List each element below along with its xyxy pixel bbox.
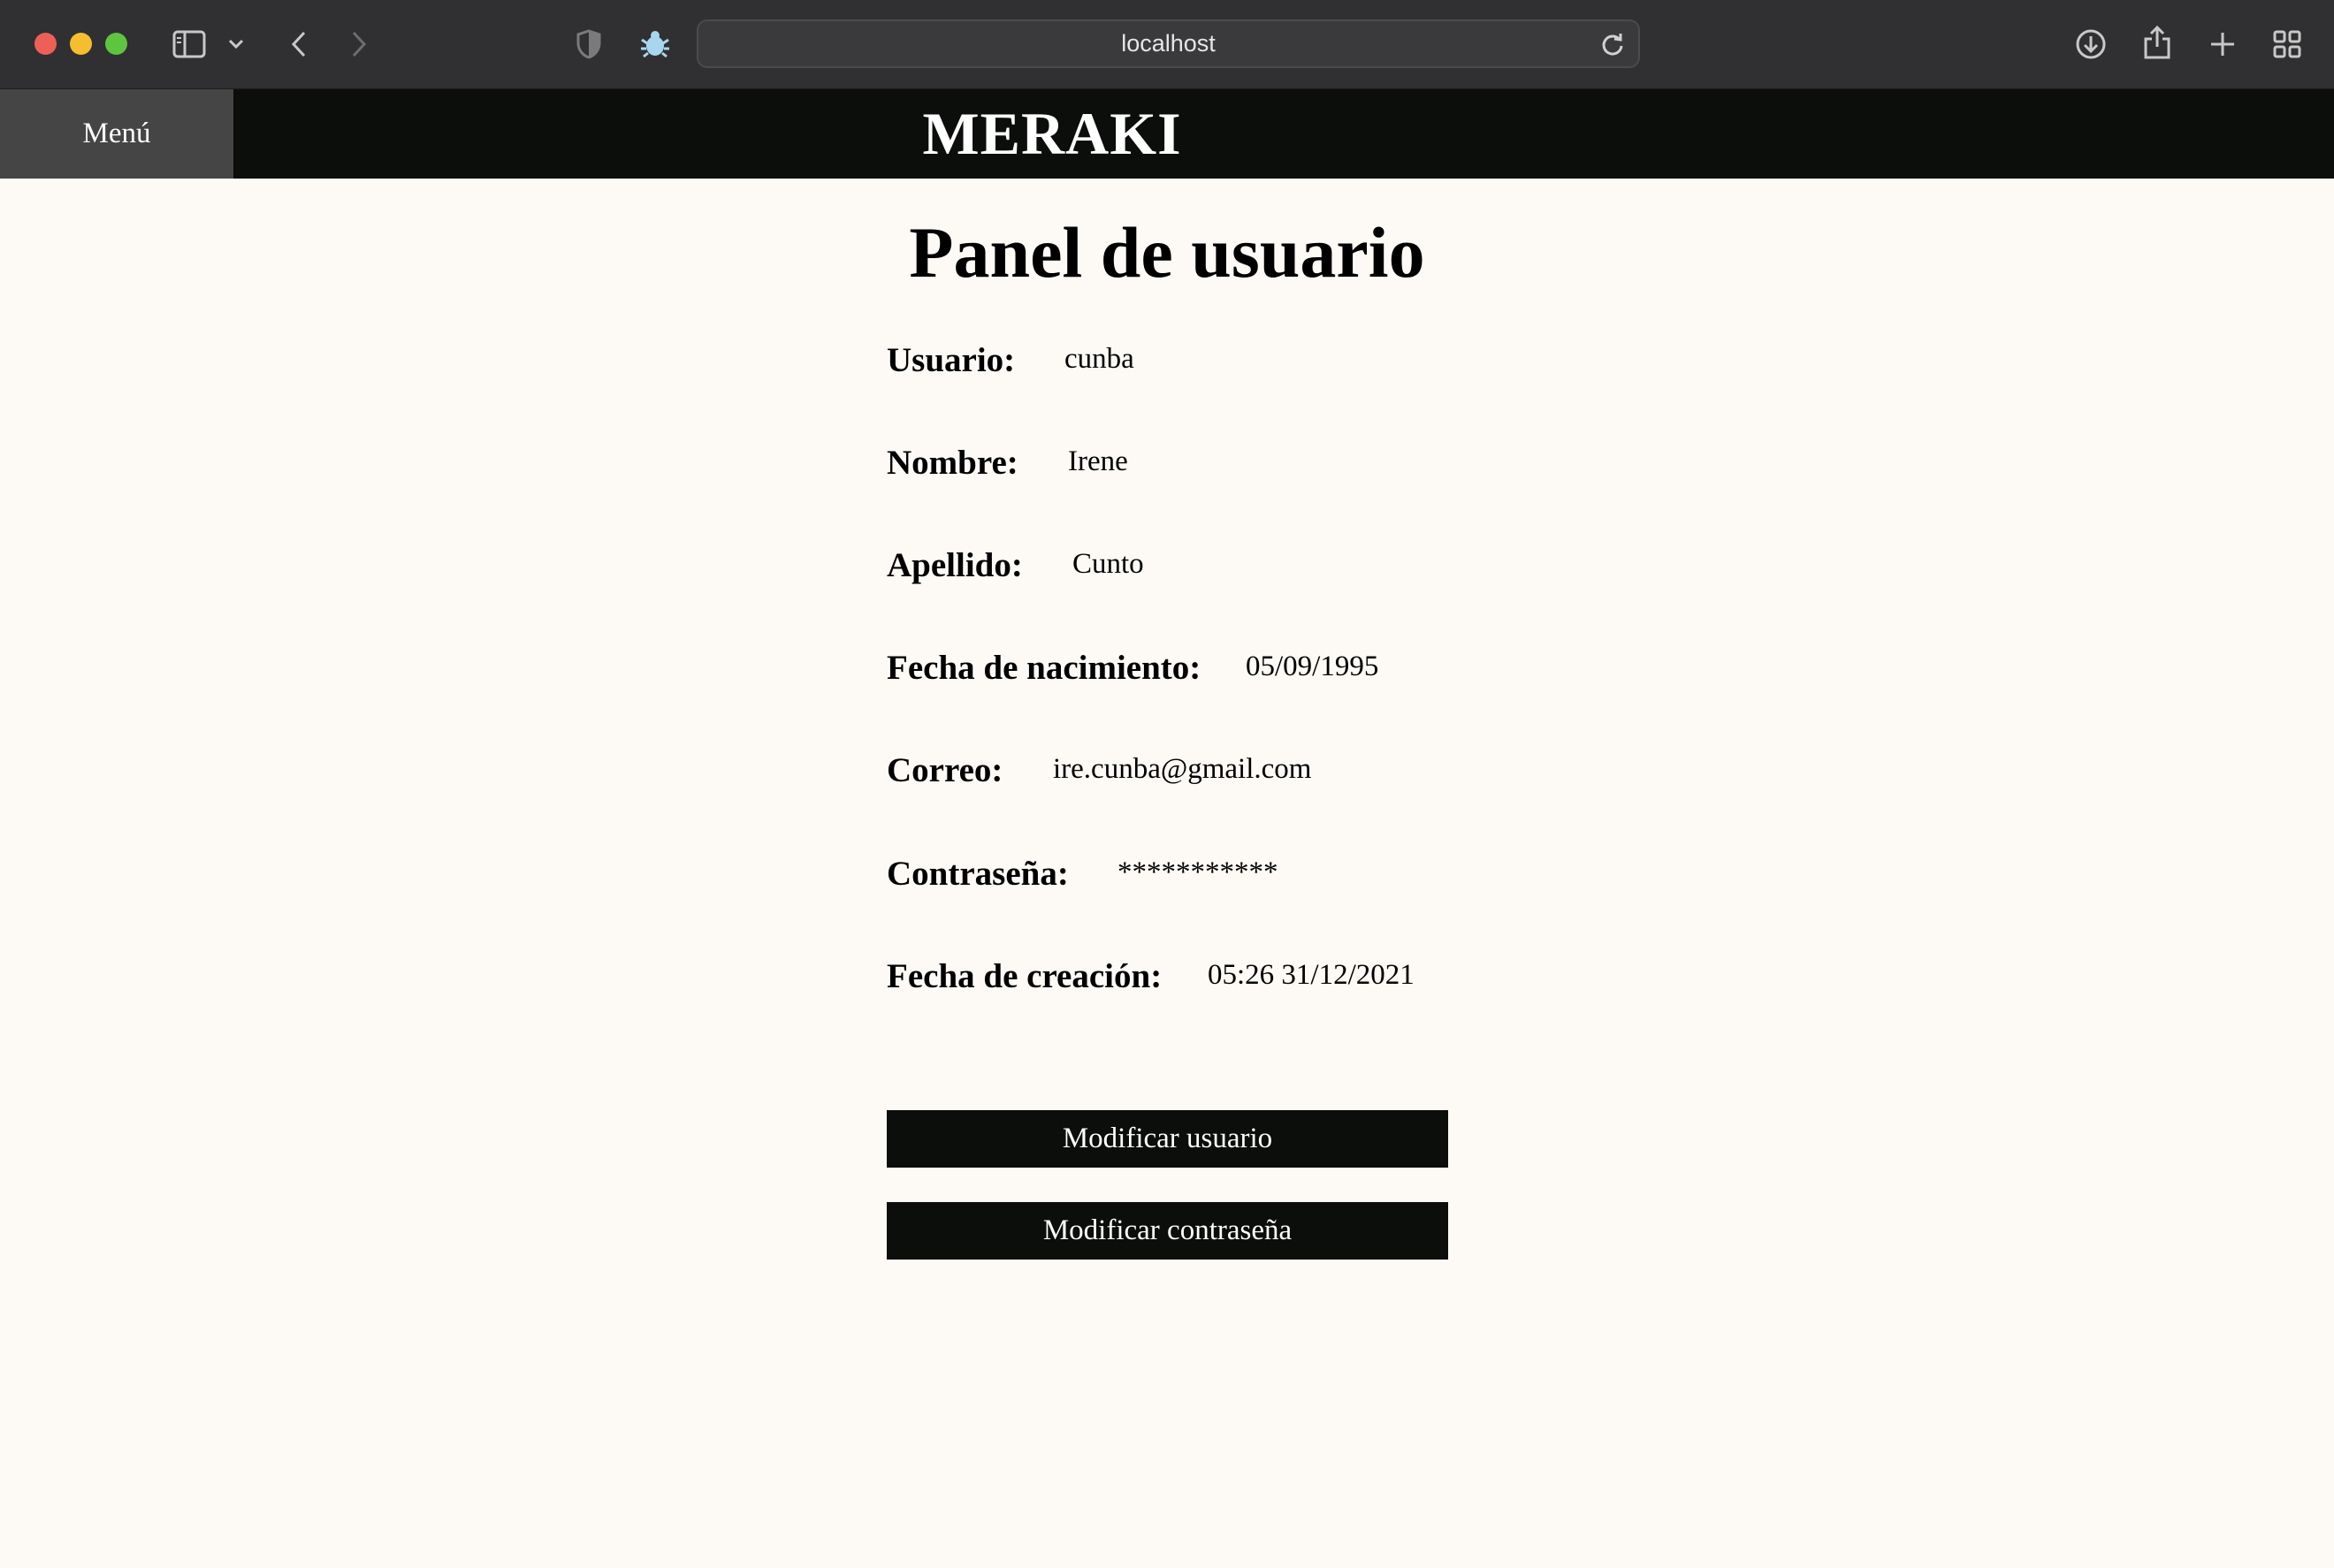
share-icon[interactable] xyxy=(2140,23,2175,62)
minimize-window-button[interactable] xyxy=(70,33,92,55)
field-label: Correo: xyxy=(887,751,1003,789)
field-label: Usuario: xyxy=(887,341,1016,379)
field-usuario: Usuario: cunba xyxy=(887,340,1134,393)
field-value: *********** xyxy=(1117,856,1278,888)
field-apellido: Apellido: Cunto xyxy=(887,545,1144,598)
privacy-shield-icon[interactable] xyxy=(573,27,605,62)
zoom-window-button[interactable] xyxy=(105,33,127,55)
page-title: Panel de usuario xyxy=(909,212,1425,293)
browser-toolbar: localhost xyxy=(0,0,2334,89)
field-value: Cunto xyxy=(1072,548,1144,580)
close-window-button[interactable] xyxy=(34,33,57,55)
reload-icon[interactable] xyxy=(1599,31,1626,57)
site-header: Menú MERAKI xyxy=(0,89,2334,179)
field-label: Apellido: xyxy=(887,546,1023,584)
tab-overview-icon[interactable] xyxy=(2269,27,2305,62)
field-nombre: Nombre: Irene xyxy=(887,443,1128,496)
field-label: Contraseña: xyxy=(887,855,1069,893)
field-label: Fecha de nacimiento: xyxy=(887,649,1201,687)
brand-logo[interactable]: MERAKI xyxy=(922,89,1180,179)
field-correo: Correo: ire.cunba@gmail.com xyxy=(887,750,1311,803)
back-icon[interactable] xyxy=(283,27,315,62)
chevron-down-icon[interactable] xyxy=(225,34,247,55)
modify-password-button[interactable]: Modificar contraseña xyxy=(887,1202,1448,1260)
new-tab-icon[interactable] xyxy=(2205,27,2240,62)
field-value: ire.cunba@gmail.com xyxy=(1053,753,1312,785)
sidebar-toggle-icon[interactable] xyxy=(172,27,207,62)
menu-button[interactable]: Menú xyxy=(0,89,233,179)
extension-bug-icon[interactable] xyxy=(637,27,674,62)
field-label: Fecha de creación: xyxy=(887,957,1163,995)
field-contrasena: Contraseña: *********** xyxy=(887,854,1278,907)
field-fecha-nacimiento: Fecha de nacimiento: 05/09/1995 xyxy=(887,648,1378,701)
field-value: 05:26 31/12/2021 xyxy=(1208,959,1415,991)
modify-user-button[interactable]: Modificar usuario xyxy=(887,1110,1448,1168)
field-value: cunba xyxy=(1064,343,1134,375)
downloads-icon[interactable] xyxy=(2073,27,2109,62)
field-fecha-creacion: Fecha de creación: 05:26 31/12/2021 xyxy=(887,956,1415,1009)
field-value: Irene xyxy=(1068,445,1128,477)
address-text: localhost xyxy=(1121,30,1216,57)
address-bar[interactable]: localhost xyxy=(697,19,1640,68)
forward-icon[interactable] xyxy=(343,27,375,62)
field-value: 05/09/1995 xyxy=(1246,651,1379,682)
field-label: Nombre: xyxy=(887,444,1018,482)
